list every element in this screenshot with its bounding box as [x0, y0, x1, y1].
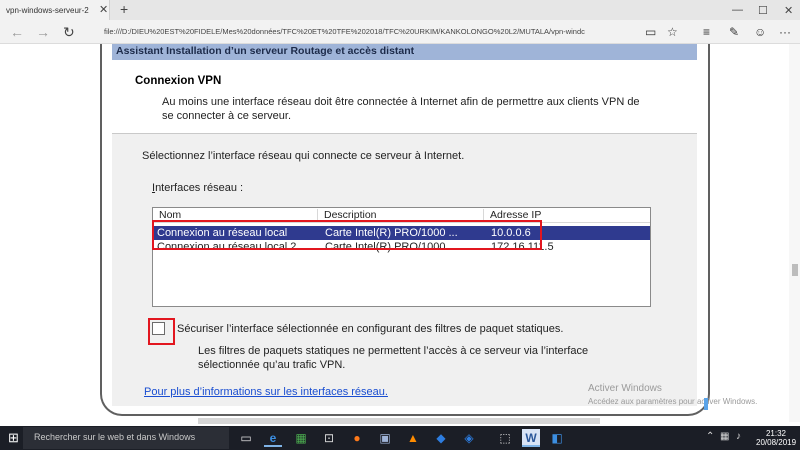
store-icon[interactable]: ⊡ — [320, 429, 338, 447]
firefox-icon[interactable]: ● — [348, 429, 366, 447]
share-icon[interactable]: ☺ — [754, 25, 766, 39]
wizard-header: Connexion VPN Au moins une interface rés… — [112, 60, 697, 134]
excel-icon[interactable]: ▦ — [292, 429, 310, 447]
reading-view-icon[interactable]: ▭ — [645, 25, 656, 39]
network-icon[interactable]: ▦ — [720, 431, 729, 442]
more-icon[interactable]: ··· — [779, 25, 791, 39]
activate-windows-text: Accédez aux paramètres pour activer Wind… — [588, 397, 758, 406]
vertical-scrollbar[interactable] — [789, 44, 800, 422]
volume-icon[interactable]: ♪ — [736, 431, 741, 442]
back-arrow-icon[interactable]: ← — [10, 24, 24, 40]
word-icon[interactable]: W — [522, 429, 540, 447]
interfaces-label-text: nterfaces réseau : — [155, 182, 244, 194]
scrollbar-thumb[interactable] — [792, 264, 798, 276]
favorite-star-icon[interactable]: ☆ — [667, 25, 678, 39]
taskbar-clock[interactable]: 21:32 20/08/2019 — [756, 429, 796, 447]
package-icon[interactable]: ⬚ — [496, 429, 514, 447]
clock-date: 20/08/2019 — [756, 438, 797, 447]
vlc-icon[interactable]: ▲ — [404, 429, 422, 447]
checkbox-label[interactable]: Sécuriser l’interface sélectionnée en co… — [177, 323, 563, 335]
task-view-icon[interactable]: ▭ — [237, 429, 255, 447]
dialog-title: Assistant Installation d’un serveur Rout… — [112, 44, 697, 60]
new-tab-button[interactable]: + — [120, 1, 128, 17]
refresh-icon[interactable]: ↻ — [63, 24, 75, 41]
media-icon[interactable]: ▣ — [376, 429, 394, 447]
app-icon[interactable]: ◆ — [432, 429, 450, 447]
wizard-dialog: Assistant Installation d’un serveur Rout… — [112, 44, 697, 406]
page-content: Assistant Installation d’un serveur Rout… — [0, 44, 800, 422]
taskbar-search[interactable]: Rechercher sur le web et dans Windows — [23, 427, 229, 449]
tab-close-icon[interactable]: ✕ — [99, 3, 108, 16]
tab-title: vpn-windows-serveur-2 — [6, 6, 89, 15]
clock-time: 21:32 — [765, 429, 787, 438]
horizontal-scrollbar[interactable] — [198, 418, 600, 424]
activate-windows-title: Activer Windows — [588, 383, 662, 394]
browser-tab[interactable]: vpn-windows-serveur-2 — [0, 0, 110, 20]
interfaces-label: Interfaces réseau : — [152, 182, 243, 194]
taskbar: ⊞ Rechercher sur le web et dans Windows … — [0, 426, 800, 450]
tray-expand-icon[interactable]: ⌃ — [706, 431, 714, 442]
close-window-icon[interactable]: ✕ — [784, 4, 793, 17]
minimize-icon[interactable]: — — [732, 4, 743, 16]
web-note-icon[interactable]: ✎ — [729, 25, 739, 39]
header-description: Au moins une interface réseau doit être … — [162, 96, 640, 122]
windows-start-icon[interactable]: ⊞ — [8, 430, 19, 446]
hub-icon[interactable]: ≡ — [703, 25, 710, 39]
search-placeholder: Rechercher sur le web et dans Windows — [34, 432, 196, 442]
instruction-text: Sélectionnez l’interface réseau qui conn… — [142, 150, 465, 162]
cursor-indicator — [704, 398, 708, 410]
header-title: Connexion VPN — [135, 75, 222, 87]
forward-arrow-icon[interactable]: → — [36, 24, 50, 40]
address-bar: ← → ↻ file:///D:/DIEU%20EST%20FIDELE/Mes… — [0, 20, 800, 44]
selected-row-highlight — [152, 220, 542, 250]
tab-bar: vpn-windows-serveur-2 ✕ + — ☐ ✕ — [0, 0, 800, 20]
more-info-link[interactable]: Pour plus d’informations sur les interfa… — [144, 386, 388, 398]
checkbox-description: Les filtres de paquets statiques ne perm… — [198, 345, 589, 371]
url-field[interactable]: file:///D:/DIEU%20EST%20FIDELE/Mes%20don… — [104, 27, 636, 36]
blue-app-icon[interactable]: ◧ — [548, 429, 566, 447]
edge-browser-icon[interactable]: e — [264, 429, 282, 447]
maximize-icon[interactable]: ☐ — [758, 4, 768, 17]
explorer-icon[interactable]: ◈ — [460, 429, 478, 447]
checkbox-highlight — [148, 318, 175, 345]
